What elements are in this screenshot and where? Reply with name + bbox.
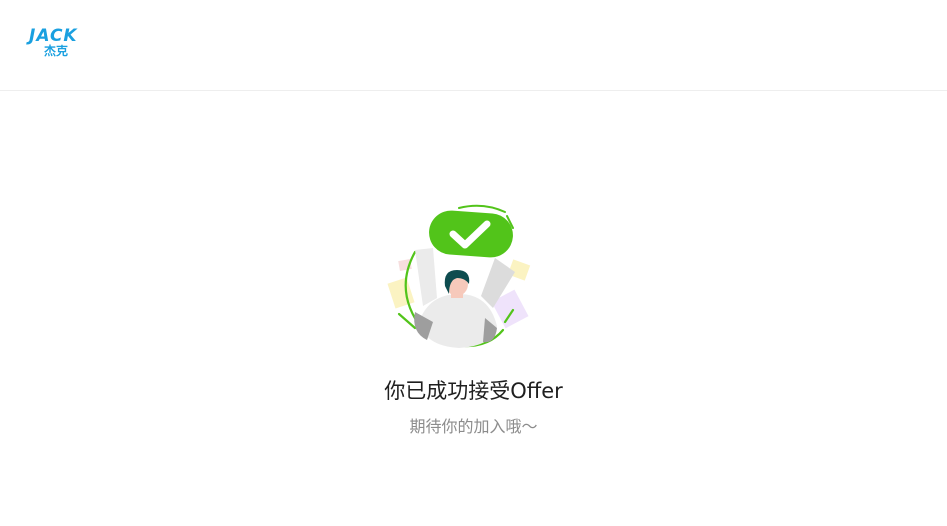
logo-wordmark: JACK (29, 26, 78, 46)
success-title: 你已成功接受Offer (384, 379, 563, 403)
top-header: JACK 杰克 (0, 0, 947, 91)
jack-logo[interactable]: JACK 杰克 (29, 27, 99, 63)
logo-chinese: 杰克 (44, 44, 69, 58)
offer-accepted-illustration-icon (385, 202, 535, 354)
success-subtitle: 期待你的加入哦～ (409, 417, 538, 436)
